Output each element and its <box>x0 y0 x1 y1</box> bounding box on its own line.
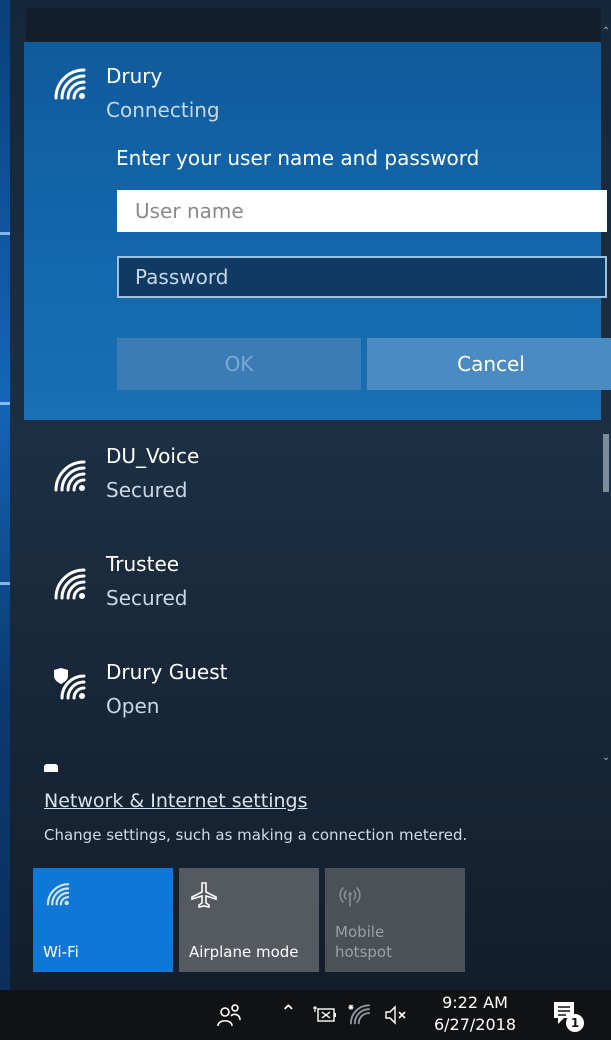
wifi-icon <box>54 568 86 600</box>
network-status: Connecting <box>106 98 220 122</box>
wifi-icon <box>54 460 86 492</box>
notification-count-badge: 1 <box>566 1014 584 1032</box>
airplane-mode-tile[interactable]: Airplane mode <box>179 868 319 972</box>
wifi-icon <box>46 883 70 906</box>
tile-label: Wi-Fi <box>43 943 79 961</box>
network-list-scrollbar[interactable]: ⌃ ⌄ <box>601 14 611 774</box>
scroll-down-arrow-icon[interactable]: ⌄ <box>601 752 611 763</box>
wifi-toggle-tile[interactable]: Wi-Fi <box>33 868 173 972</box>
username-field[interactable] <box>117 190 607 232</box>
flyout-top-edge <box>26 8 601 42</box>
clock-time: 9:22 AM <box>442 993 508 1012</box>
scroll-up-arrow-icon[interactable]: ⌃ <box>601 26 611 37</box>
tile-label: Mobile hotspot <box>335 923 392 961</box>
network-name: Drury <box>106 64 163 88</box>
desktop-light-ray <box>0 582 10 585</box>
clock-date: 6/27/2018 <box>433 1015 517 1034</box>
ok-button[interactable]: OK <box>117 338 361 390</box>
network-list-item[interactable]: DU_Voice Secured <box>24 430 584 530</box>
airplane-icon <box>191 882 217 908</box>
cancel-button[interactable]: Cancel <box>367 338 611 390</box>
network-name: DU_Voice <box>106 444 200 468</box>
battery-icon[interactable] <box>312 1004 338 1026</box>
tile-label: Airplane mode <box>189 943 299 961</box>
desktop-background <box>0 0 10 990</box>
taskbar-clock[interactable]: 9:22 AM 6/27/2018 <box>430 992 520 1036</box>
network-name: Drury Guest <box>106 660 228 684</box>
network-settings-description: Change settings, such as making a connec… <box>44 826 468 844</box>
show-hidden-icons-chevron-icon[interactable]: ⌃ <box>280 1000 297 1024</box>
hotspot-icon <box>339 887 361 907</box>
password-field[interactable] <box>117 256 607 298</box>
network-status: Secured <box>106 586 188 610</box>
volume-muted-icon[interactable] <box>384 1004 410 1026</box>
mobile-hotspot-tile: Mobile hotspot <box>325 868 465 972</box>
network-flyout: Drury Connecting Enter your user name an… <box>10 0 611 990</box>
wifi-shield-icon <box>54 668 86 700</box>
scrollbar-thumb[interactable] <box>603 434 609 492</box>
network-settings-link[interactable]: Network & Internet settings <box>44 790 307 812</box>
credentials-prompt: Enter your user name and password <box>116 146 480 170</box>
network-list-item[interactable]: Trustee Secured <box>24 538 584 638</box>
wifi-icon <box>54 68 86 100</box>
desktop-light-ray <box>0 232 10 235</box>
network-status: Secured <box>106 478 188 502</box>
network-status: Open <box>106 694 160 718</box>
people-icon[interactable] <box>216 1002 242 1028</box>
network-name: Trustee <box>106 552 180 576</box>
active-network-card: Drury Connecting Enter your user name an… <box>24 42 611 420</box>
desktop-light-ray <box>0 402 10 405</box>
network-list-item[interactable]: Drury Guest Open <box>24 646 584 746</box>
wifi-status-icon[interactable] <box>348 1004 372 1026</box>
partial-network-item <box>44 764 58 772</box>
taskbar: ⌃ 9:22 AM 6/27/2018 1 <box>0 990 611 1040</box>
